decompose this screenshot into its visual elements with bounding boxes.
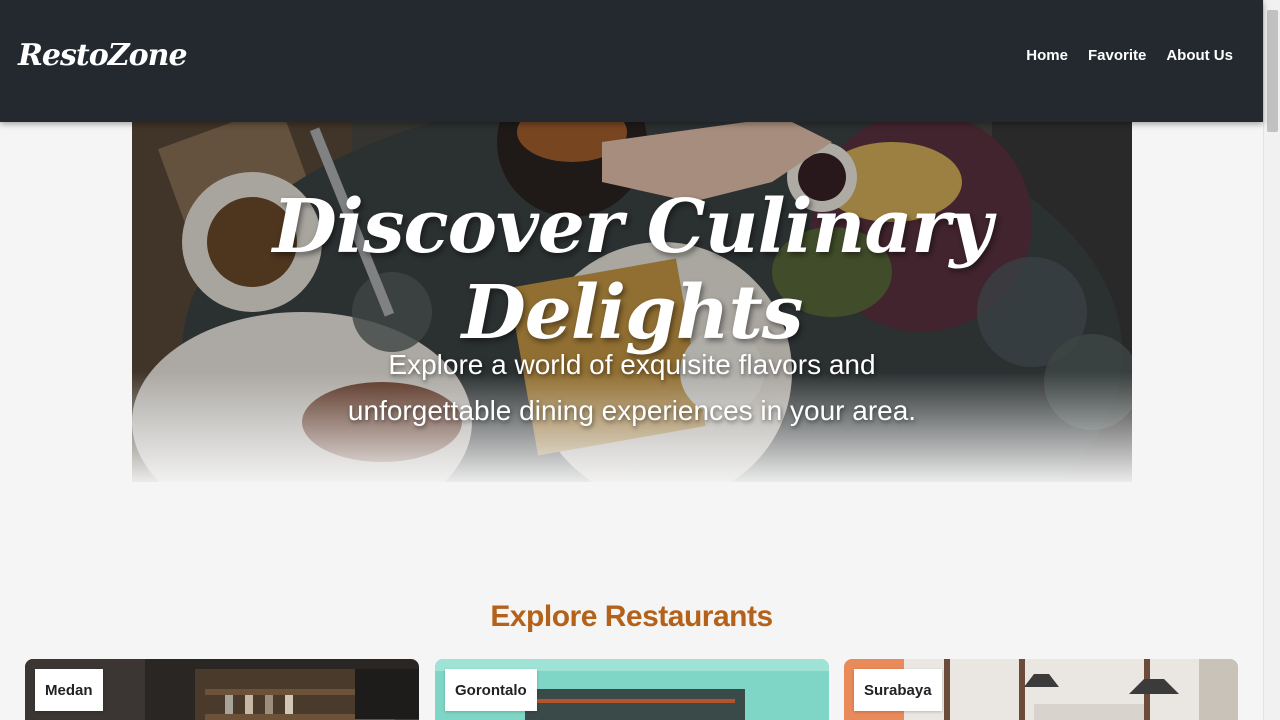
nav-item-about-us: About Us: [1156, 47, 1243, 64]
app-bar: RestoZone Home Favorite About Us: [0, 0, 1263, 122]
nav-link-favorite[interactable]: Favorite: [1078, 47, 1156, 64]
hero-section: Discover Culinary Delights Explore a wor…: [132, 122, 1132, 482]
city-tag: Medan: [35, 669, 103, 711]
scrollbar-thumb[interactable]: [1267, 10, 1278, 132]
hero-subtitle: Explore a world of exquisite flavors and…: [347, 349, 917, 426]
restaurant-card[interactable]: Gorontalo: [435, 659, 829, 720]
explore-restaurants-title: Explore Restaurants: [490, 600, 773, 633]
page-scrollbar[interactable]: [1263, 0, 1280, 720]
city-tag: Gorontalo: [445, 669, 537, 711]
nav-item-favorite: Favorite: [1078, 47, 1156, 64]
nav-link-home[interactable]: Home: [1016, 47, 1078, 64]
hero-title: Discover Culinary Delights: [272, 184, 993, 356]
restaurant-card[interactable]: Surabaya: [844, 659, 1238, 720]
nav-link-about-us[interactable]: About Us: [1156, 47, 1243, 64]
city-tag: Surabaya: [854, 669, 942, 711]
nav-item-home: Home: [1016, 47, 1078, 64]
brand-logo[interactable]: RestoZone: [18, 38, 188, 73]
restaurant-card[interactable]: Medan: [25, 659, 419, 720]
main-nav: Home Favorite About Us: [1016, 47, 1243, 64]
